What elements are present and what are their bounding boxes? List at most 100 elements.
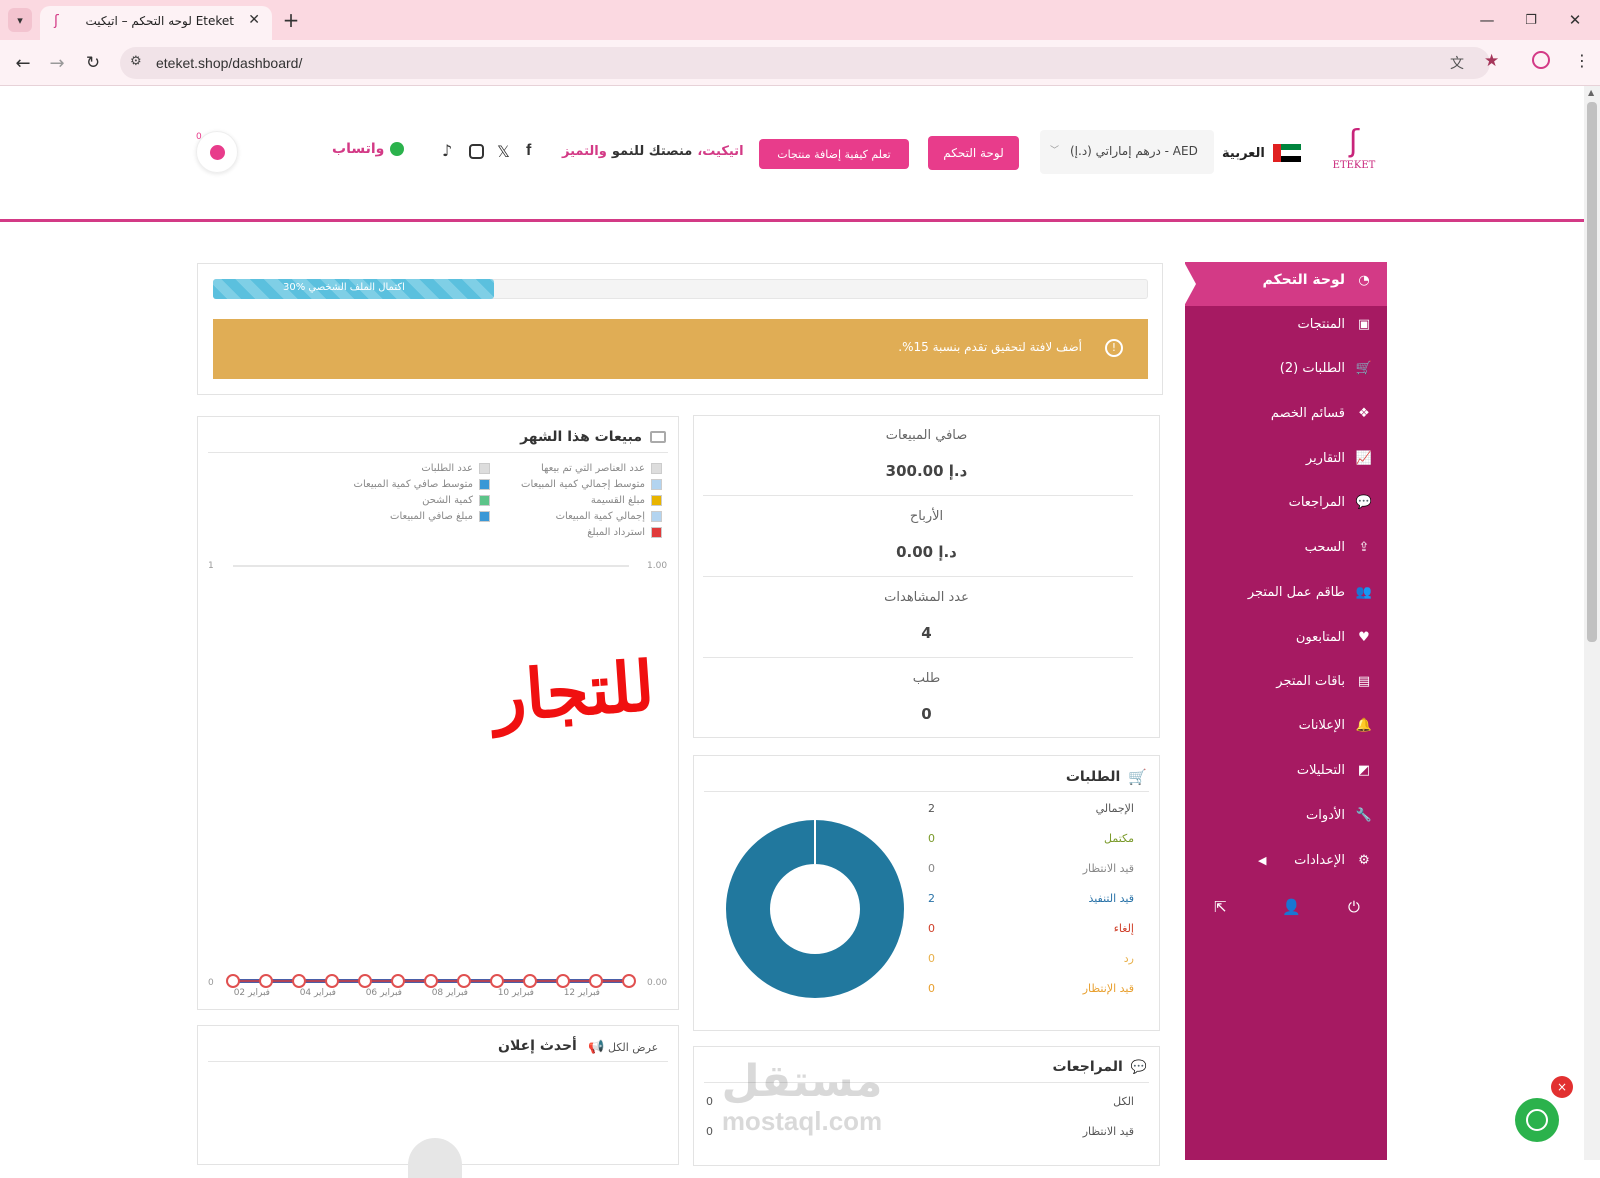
tiktok-icon[interactable]: ♪	[442, 141, 452, 160]
logout-power-icon[interactable]: ⏻	[1348, 898, 1360, 916]
mostaql-watermark: مستقل mostaql.com	[702, 1058, 902, 1137]
tab-list-button[interactable]: ▾	[8, 8, 32, 32]
order-status-count: 0	[928, 952, 935, 965]
order-status-label[interactable]: قيد الإنتظار	[1083, 982, 1134, 995]
stat-label: الأرباح	[909, 509, 944, 524]
stat-label: عدد المشاهدات	[884, 590, 969, 605]
review-status-label[interactable]: الكل	[1113, 1095, 1134, 1108]
sidebar-item-5[interactable]: المراجعات 💬	[1289, 495, 1373, 510]
settings-expand-arrow-icon[interactable]: ◀	[1258, 854, 1266, 867]
back-icon[interactable]: ←	[10, 50, 36, 76]
order-status-label[interactable]: مكتمل	[1104, 832, 1134, 845]
stat-value: 300.00 د.إ	[885, 462, 968, 480]
sidebar-item-11[interactable]: التحليلات ◩	[1297, 763, 1373, 778]
site-logo[interactable]: ʃ ETEKET	[1326, 124, 1382, 186]
warning-circle-icon: !	[1105, 339, 1123, 357]
site-info-icon[interactable]: ⚙	[130, 54, 142, 69]
user-profile-icon[interactable]: 👤	[1282, 898, 1301, 916]
dashboard-icon: ◔	[1358, 272, 1370, 288]
sidebar-item-label: قسائم الخصم	[1270, 406, 1345, 421]
sidebar-item-label: المراجعات	[1288, 495, 1345, 510]
notification-button[interactable]	[196, 131, 238, 173]
gift-icon: ❖	[1358, 406, 1370, 421]
view-all-link[interactable]: عرض الكل	[608, 1041, 658, 1054]
scrollbar-thumb[interactable]	[1587, 102, 1597, 642]
sidebar-item-label: التحليلات	[1296, 763, 1345, 778]
learn-add-products-button[interactable]: تعلم كيفية إضافة منتجات	[759, 139, 909, 169]
sidebar-item-0[interactable]: لوحة التحكم ◔	[1263, 272, 1373, 288]
sidebar-item-label: الإعلانات	[1298, 718, 1345, 733]
browser-menu-icon[interactable]: ⋮	[1574, 51, 1590, 70]
omnibox[interactable]	[120, 47, 1490, 79]
sidebar-item-9[interactable]: باقات المتجر ▤	[1276, 674, 1373, 689]
whatsapp-link[interactable]: واتساب	[332, 141, 405, 157]
gear-icon: ⚙	[1358, 853, 1370, 868]
sidebar-item-4[interactable]: التقارير 📈	[1306, 451, 1373, 466]
logo-glyph-icon: ʃ	[1348, 124, 1360, 159]
currency-label: درهم إماراتي (د.إ) - AED	[1070, 144, 1198, 158]
sidebar-item-6[interactable]: السحب ⇪	[1305, 540, 1373, 555]
whatsapp-chat-button[interactable]	[1515, 1098, 1559, 1142]
language-switcher[interactable]: العربية	[1222, 144, 1301, 162]
sidebar-item-1[interactable]: المنتجات ▣	[1297, 317, 1373, 332]
order-status-count: 0	[928, 832, 935, 845]
minimize-button[interactable]: —	[1472, 8, 1502, 32]
users-icon: 👥	[1355, 585, 1373, 600]
data-point	[292, 974, 306, 988]
sidebar-item-label: التقارير	[1305, 451, 1345, 466]
sidebar-item-3[interactable]: قسائم الخصم ❖	[1271, 406, 1373, 421]
sidebar-item-7[interactable]: طاقم عمل المتجر 👥	[1248, 585, 1373, 600]
page-scrollbar[interactable]: ▲	[1584, 86, 1600, 1160]
comments-icon: 💬	[1130, 1059, 1147, 1075]
y-axis-left-top: 1	[208, 561, 214, 571]
stat-divider	[703, 495, 1133, 496]
language-currency-selector[interactable]: ﹀ درهم إماراتي (د.إ) - AED	[1040, 130, 1214, 174]
announcements-title: أحدث إعلان	[498, 1038, 577, 1054]
sidebar-item-10[interactable]: الإعلانات 🔔	[1299, 718, 1373, 733]
order-status-count: 0	[928, 862, 935, 875]
stat-label: صافي المبيعات	[885, 428, 968, 443]
sidebar-item-8[interactable]: المتابعون ♥	[1296, 630, 1373, 645]
close-window-button[interactable]: ✕	[1560, 8, 1590, 32]
sidebar-menu	[1184, 262, 1387, 1160]
reviews-title-row: المراجعات 💬	[1053, 1059, 1147, 1075]
facebook-icon[interactable]: f	[526, 142, 531, 160]
empty-state-bell-icon	[408, 1138, 462, 1178]
external-link-icon[interactable]: ⇱	[1214, 898, 1227, 916]
review-status-label[interactable]: قيد الانتظار	[1083, 1125, 1134, 1138]
reload-icon[interactable]: ↻	[80, 50, 106, 76]
order-status-label[interactable]: الإجمالي	[1096, 802, 1134, 815]
chat-close-button[interactable]: ×	[1551, 1076, 1573, 1098]
translate-icon[interactable]: 文	[1450, 53, 1464, 73]
sidebar-item-label: السحب	[1304, 540, 1345, 555]
new-tab-button[interactable]: +	[278, 8, 304, 32]
bookmark-star-icon[interactable]: ★	[1484, 51, 1499, 71]
whatsapp-small-icon	[390, 142, 405, 156]
browser-tab[interactable]: ʃ لوحه التحكم – اتيكيت Eteket ✕	[40, 6, 272, 40]
sidebar-item-2[interactable]: الطلبات (2) 🛒	[1280, 361, 1373, 376]
watermark-latin: mostaql.com	[721, 1106, 883, 1136]
dashboard-button[interactable]: لوحة التحكم	[928, 136, 1019, 170]
restore-button[interactable]: ❐	[1516, 8, 1546, 32]
sidebar-item-12[interactable]: الأدوات 🔧	[1306, 808, 1373, 823]
url-text[interactable]: eteket.shop/dashboard/	[156, 55, 302, 71]
scroll-up-icon[interactable]: ▲	[1588, 88, 1594, 97]
data-point	[457, 974, 471, 988]
data-point	[391, 974, 405, 988]
sidebar-item-label: الإعدادات	[1294, 853, 1345, 868]
order-status-label[interactable]: قيد الانتظار	[1083, 862, 1134, 875]
order-status-label[interactable]: إلغاء	[1114, 922, 1134, 935]
close-tab-icon[interactable]: ✕	[248, 12, 260, 28]
instagram-icon[interactable]	[469, 144, 484, 159]
whatsapp-icon	[1526, 1109, 1548, 1131]
data-point	[424, 974, 438, 988]
tagline-brand: اتيكيت،	[697, 144, 744, 159]
y-axis-right-bottom: 0.00	[647, 978, 668, 988]
order-status-label[interactable]: قيد التنفيذ	[1088, 892, 1134, 905]
forward-icon[interactable]: →	[44, 50, 70, 76]
order-status-label[interactable]: رد	[1124, 952, 1134, 965]
profile-icon[interactable]	[1532, 51, 1550, 69]
sidebar-item-13[interactable]: الإعدادات ⚙	[1294, 853, 1373, 868]
x-twitter-icon[interactable]: 𝕏	[497, 142, 510, 161]
stat-label: طلب	[912, 671, 941, 686]
